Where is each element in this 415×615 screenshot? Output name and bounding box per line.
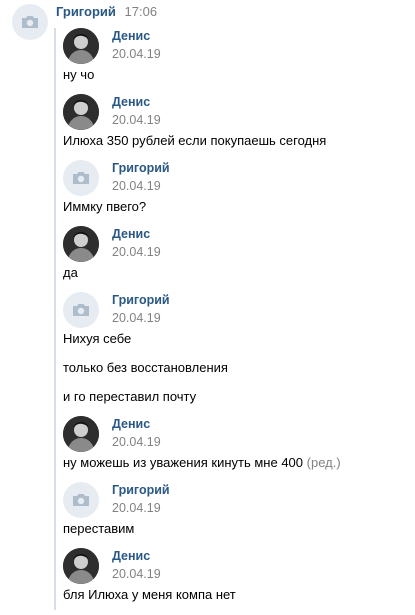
user-photo-icon <box>63 226 99 262</box>
message-author[interactable]: Денис <box>112 94 150 110</box>
message-text: и го переставил почту <box>63 388 196 405</box>
message-date[interactable]: 20.04.19 <box>112 112 161 128</box>
user-photo-icon <box>63 548 99 584</box>
message-text: переставим <box>63 520 134 537</box>
message-avatar[interactable] <box>63 160 99 196</box>
message-date[interactable]: 20.04.19 <box>112 310 161 326</box>
outer-header: Григорий 17:06 <box>56 4 157 20</box>
message-text: бля Илюха у меня компа нет <box>63 586 236 603</box>
forwarded-message: Денис 20.04.19 ну можешь из уважения кинут… <box>63 416 403 483</box>
message-avatar[interactable] <box>63 482 99 518</box>
message-text: Иммку пвего? <box>63 198 146 215</box>
message-text-content: Иммку пвего? <box>63 199 147 214</box>
message-author[interactable]: Денис <box>112 226 150 242</box>
message-avatar[interactable] <box>63 94 99 130</box>
message-text: да <box>63 264 78 281</box>
message-text-content: бля Илюха у меня компа нет <box>63 587 236 602</box>
message-text-content: ну можешь из уважения кинуть мне 400 <box>63 455 304 470</box>
forwarded-message: Григорий 20.04.19 переставим <box>63 482 403 549</box>
forwarded-message: Денис 20.04.19 бля Илюха у меня компа нет <box>63 548 403 615</box>
forwarded-message: Григорий 20.04.19 Нихуя себе только без вос… <box>63 292 403 417</box>
message-author[interactable]: Григорий <box>112 482 170 498</box>
message-date[interactable]: 20.04.19 <box>112 566 161 582</box>
outer-author[interactable]: Григорий <box>56 4 116 19</box>
message-text-content: да <box>63 265 78 280</box>
message-author[interactable]: Денис <box>112 28 150 44</box>
message-date[interactable]: 20.04.19 <box>112 500 161 516</box>
message-avatar[interactable] <box>63 292 99 328</box>
forwarded-message: Денис 20.04.19 Илюха 350 рублей если покуп… <box>63 94 403 161</box>
message-text-content: и го переставил почту <box>63 389 197 404</box>
message-avatar[interactable] <box>63 548 99 584</box>
message-text: ну можешь из уважения кинуть мне 400 (ре… <box>63 454 341 471</box>
user-photo-icon <box>63 94 99 130</box>
message-text-content: переставим <box>63 521 135 536</box>
edited-marker: (ред.) <box>306 455 341 470</box>
forwarded-message: Денис 20.04.19 да <box>63 226 403 293</box>
message-date[interactable]: 20.04.19 <box>112 434 161 450</box>
message-text-content: Нихуя себе <box>63 331 132 346</box>
message-date[interactable]: 20.04.19 <box>112 178 161 194</box>
message-text-content: Илюха 350 рублей если покупаешь сегодня <box>63 133 327 148</box>
forwarded-divider <box>54 28 56 610</box>
message-author[interactable]: Денис <box>112 416 150 432</box>
forwarded-message: Денис 20.04.19 ну чо <box>63 28 403 95</box>
message-text: только без восстановления <box>63 359 228 376</box>
message-text-content: ну чо <box>63 67 95 82</box>
outer-time: 17:06 <box>124 4 158 19</box>
message-text: Илюха 350 рублей если покупаешь сегодня <box>63 132 326 149</box>
forwarded-message: Григорий 20.04.19 Иммку пвего? <box>63 160 403 227</box>
camera-icon <box>73 304 89 316</box>
outer-avatar[interactable] <box>12 4 48 40</box>
camera-icon <box>73 494 89 506</box>
message-text-content: только без восстановления <box>63 360 228 375</box>
message-avatar[interactable] <box>63 416 99 452</box>
message-author[interactable]: Григорий <box>112 292 170 308</box>
message-avatar[interactable] <box>63 226 99 262</box>
message-text: Нихуя себе <box>63 330 131 347</box>
camera-icon <box>22 16 38 28</box>
message-date[interactable]: 20.04.19 <box>112 46 161 62</box>
message-author[interactable]: Денис <box>112 548 150 564</box>
camera-icon <box>73 172 89 184</box>
message-text: ну чо <box>63 66 94 83</box>
message-date[interactable]: 20.04.19 <box>112 244 161 260</box>
user-photo-icon <box>63 28 99 64</box>
message-avatar[interactable] <box>63 28 99 64</box>
user-photo-icon <box>63 416 99 452</box>
message-author[interactable]: Григорий <box>112 160 170 176</box>
